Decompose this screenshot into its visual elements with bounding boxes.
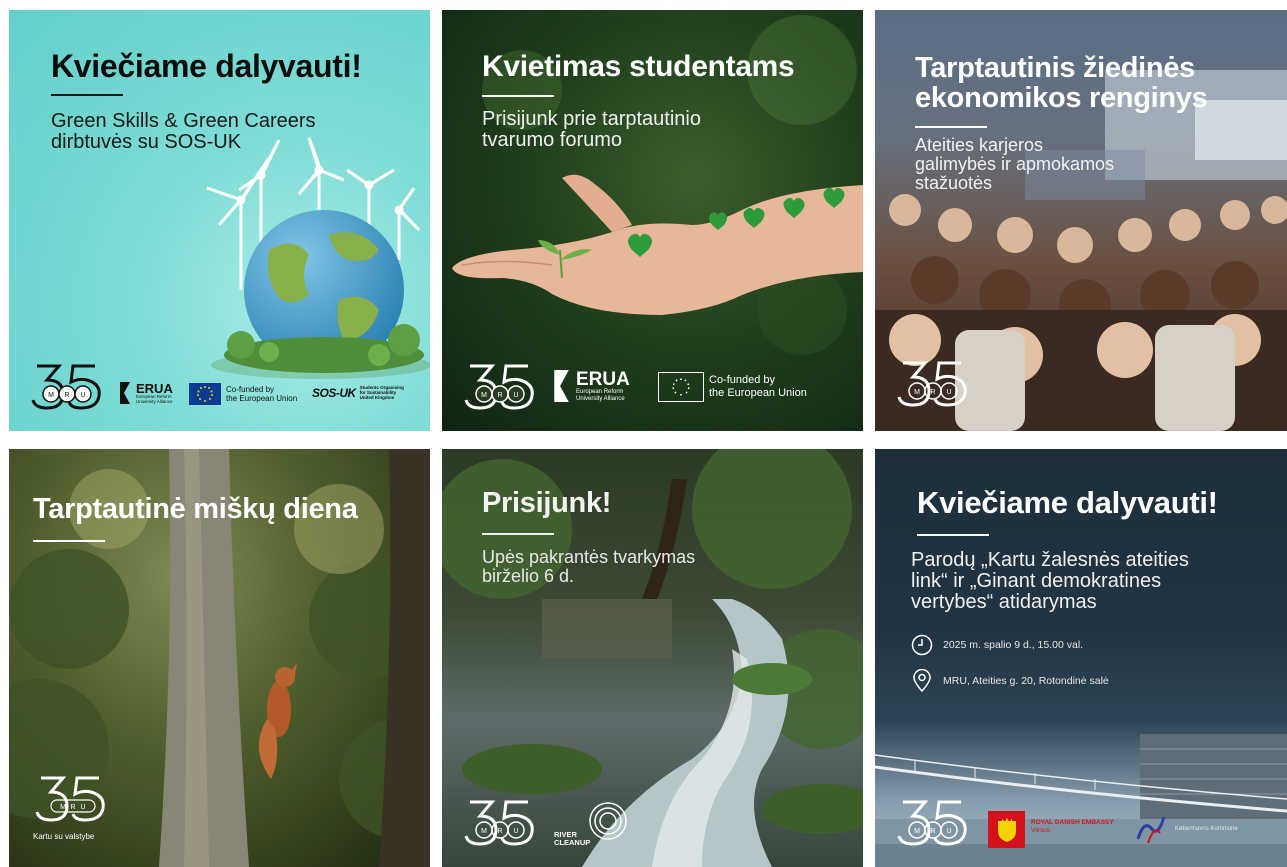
svg-text:M: M <box>481 392 487 399</box>
post-card-forest-day[interactable]: Tarptautinė miškų diena M R U Kartu su v… <box>9 449 430 867</box>
mru-35-logo: M R U <box>897 361 967 407</box>
post-card-exhibition-opening[interactable]: Kviečiame dalyvauti! Parodų „Kartu žales… <box>875 449 1287 867</box>
partner-ribbon-logo <box>1136 816 1166 844</box>
mru-35-logo: M R U <box>31 364 101 410</box>
eu-text-line: the European Union <box>226 394 298 403</box>
card-title: Tarptautinė miškų diena <box>33 493 358 525</box>
svg-text:R: R <box>930 389 935 396</box>
erua-logo: ERUA European Reform University Alliance <box>120 382 173 405</box>
event-place-row: MRU, Ateities g. 20, Rotondinė salė <box>911 669 1109 693</box>
svg-text:U: U <box>80 804 85 811</box>
river-cleanup-logo: RIVER CLEANUP <box>554 830 591 848</box>
erua-mark-icon <box>120 382 130 405</box>
mru-35-logo: M R U <box>464 364 534 410</box>
svg-text:R: R <box>497 828 502 835</box>
subtitle-line: vertybes“ atidarymas <box>911 591 1097 613</box>
title-divider <box>33 540 105 542</box>
post-card-green-skills[interactable]: Kviečiame dalyvauti! Green Skills & Gree… <box>9 10 430 431</box>
svg-text:U: U <box>80 392 85 399</box>
eu-text-line: Co-funded by <box>226 384 275 394</box>
svg-text:R: R <box>64 392 69 399</box>
card-subtitle: Upės pakrantės tvarkymas birželio 6 d. <box>482 548 695 586</box>
title-divider <box>915 126 987 128</box>
svg-text:R: R <box>930 828 935 835</box>
sos-uk-name: SOS-UK <box>312 386 356 401</box>
svg-text:M: M <box>48 392 54 399</box>
subtitle-line: tvarumo forumo <box>482 129 623 151</box>
eu-cofunded-logo: Co-funded by the European Union <box>658 372 807 402</box>
subtitle-line: dirbtuvės su SOS-UK <box>51 131 242 153</box>
card-subtitle: Green Skills & Green Careers dirbtuvės s… <box>51 111 316 153</box>
subtitle-line: Upės pakrantės tvarkymas <box>482 547 696 567</box>
svg-text:U: U <box>513 392 518 399</box>
subtitle-line: birželio 6 d. <box>482 565 575 586</box>
erua-logo: ERUA European Reform University Alliance <box>554 369 630 403</box>
card-subtitle: Parodų „Kartu žalesnės ateities link“ ir… <box>911 550 1189 613</box>
post-card-circular-economy[interactable]: Tarptautinis žiedinės ekonomikos renginy… <box>875 10 1287 431</box>
subtitle-line: stažuotės <box>915 172 993 193</box>
eu-flag-icon <box>658 372 704 402</box>
event-date-row: 2025 m. spalio 9 d., 15.00 val. <box>911 634 1083 656</box>
eu-text-line: the European Union <box>709 387 807 399</box>
sos-uk-logo: SOS-UK Students Organising for Sustainab… <box>312 385 404 401</box>
logo-caption: Kartu su valstybe <box>33 832 95 841</box>
title-divider <box>482 95 554 97</box>
mru-35-logo: M R U <box>464 800 534 846</box>
subtitle-line: Prisijunk prie tarptautinio <box>482 108 701 130</box>
river-cleanup-icon <box>589 802 627 840</box>
embassy-name: ROYAL DANISH EMBASSY <box>1031 819 1114 826</box>
title-line: ekonomikos renginys <box>915 81 1208 114</box>
event-place: MRU, Ateities g. 20, Rotondinė salė <box>943 675 1109 687</box>
card-title: Kviečiame dalyvauti! <box>51 48 362 84</box>
title-divider <box>917 534 989 536</box>
post-card-students-invite[interactable]: Kvietimas studentams Prisijunk prie tarp… <box>442 10 863 431</box>
location-pin-icon <box>911 669 933 693</box>
eu-cofunded-logo: Co-funded by the European Union <box>189 383 297 405</box>
danish-embassy-logo: ROYAL DANISH EMBASSY Vilnius <box>1031 819 1114 835</box>
card-title: Prisijunk! <box>482 487 612 519</box>
sos-sub: United Kingdom <box>359 394 395 400</box>
embassy-city: Vilnius <box>1031 826 1051 834</box>
copenhagen-logo: Københavns Kommune <box>1175 826 1238 832</box>
title-divider <box>482 533 554 535</box>
eu-flag-icon <box>189 383 221 405</box>
svg-text:M: M <box>481 828 487 835</box>
subtitle-line: link“ ir „Ginant demokratines <box>911 570 1162 592</box>
erua-sub: University Alliance <box>576 395 625 402</box>
svg-text:M: M <box>60 804 66 811</box>
post-card-river-cleanup[interactable]: Prisijunk! Upės pakrantės tvarkymas birž… <box>442 449 863 867</box>
danish-embassy-crest-icon <box>988 811 1025 848</box>
subtitle-line: galimybės ir apmokamos <box>915 153 1115 174</box>
mru-35-logo: M R U <box>897 800 967 846</box>
svg-text:R: R <box>70 804 75 811</box>
card-title: Kviečiame dalyvauti! <box>917 485 1218 520</box>
svg-text:U: U <box>946 828 951 835</box>
card-title: Kvietimas studentams <box>482 50 795 83</box>
svg-text:M: M <box>914 828 920 835</box>
clock-icon <box>911 634 933 656</box>
card-subtitle: Prisijunk prie tarptautinio tvarumo foru… <box>482 109 701 151</box>
svg-text:M: M <box>914 389 920 396</box>
svg-text:R: R <box>497 392 502 399</box>
partner-text: CLEANUP <box>554 838 591 848</box>
card-title: Tarptautinis žiedinės ekonomikos renginy… <box>915 52 1208 114</box>
event-date: 2025 m. spalio 9 d., 15.00 val. <box>943 639 1084 651</box>
erua-sub: University Alliance <box>136 398 173 404</box>
erua-name: ERUA <box>576 369 630 390</box>
subtitle-line: Ateities karjeros <box>915 135 1044 155</box>
title-divider <box>51 94 123 96</box>
subtitle-line: Green Skills & Green Careers <box>51 110 316 132</box>
eu-text-line: Co-funded by <box>709 374 776 387</box>
erua-mark-icon <box>554 370 569 403</box>
svg-text:U: U <box>946 389 951 396</box>
svg-text:U: U <box>513 828 518 835</box>
erua-sub: European Reform <box>576 389 624 395</box>
subtitle-line: Parodų „Kartu žalesnės ateities <box>911 549 1189 571</box>
mru-35-logo: M R U <box>35 776 105 822</box>
card-subtitle: Ateities karjeros galimybės ir apmokamos… <box>915 136 1114 193</box>
title-line: Tarptautinis žiedinės <box>915 52 1195 84</box>
